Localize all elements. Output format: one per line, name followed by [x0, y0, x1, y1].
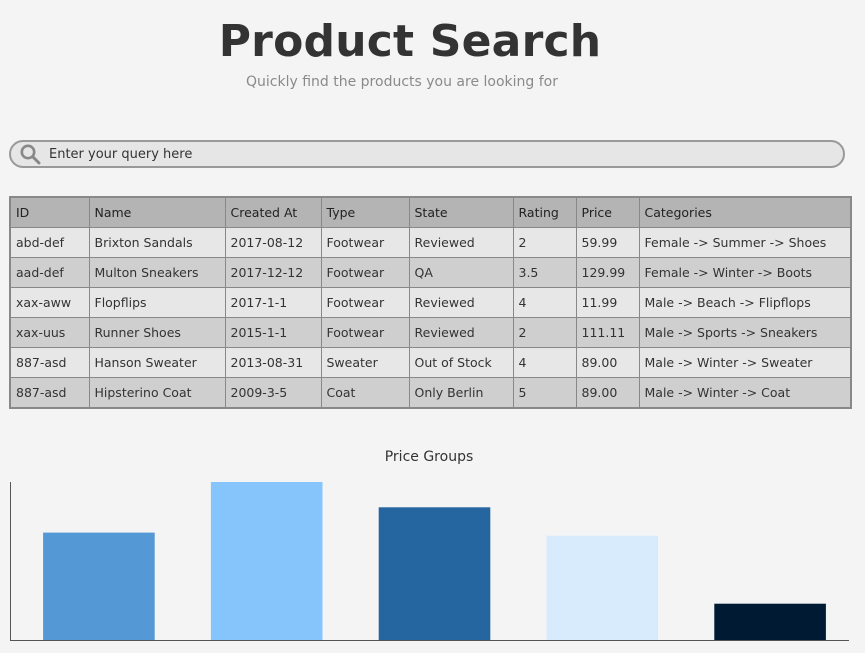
- cell-created-at: 2009-3-5: [224, 377, 322, 409]
- table-row[interactable]: 887-asd Hipsterino Coat 2009-3-5 Coat On…: [9, 377, 852, 409]
- column-header-id[interactable]: ID: [9, 196, 90, 228]
- column-header-categories[interactable]: Categories: [638, 196, 852, 228]
- cell-state: Only Berlin: [408, 377, 514, 409]
- cell-type: Coat: [320, 377, 410, 409]
- column-header-created-at[interactable]: Created At: [224, 196, 322, 228]
- cell-type: Footwear: [320, 257, 410, 288]
- cell-categories: Male -> Sports -> Sneakers: [638, 317, 852, 348]
- cell-state: Reviewed: [408, 287, 514, 318]
- chart-bar-2: [210, 482, 323, 640]
- cell-rating: 3.5: [512, 257, 577, 288]
- chart-title: Price Groups: [384, 449, 474, 465]
- cell-id: xax-uus: [9, 317, 90, 348]
- table-row[interactable]: xax-aww Flopflips 2017-1-1 Footwear Revi…: [9, 287, 852, 318]
- cell-created-at: 2017-12-12: [224, 257, 322, 288]
- cell-rating: 4: [512, 347, 577, 378]
- cell-categories: Male -> Winter -> Coat: [638, 377, 852, 409]
- column-header-name[interactable]: Name: [88, 196, 226, 228]
- cell-type: Footwear: [320, 287, 410, 318]
- table-row[interactable]: aad-def Multon Sneakers 2017-12-12 Footw…: [9, 257, 852, 288]
- page-subtitle: Quickly find the products you are lookin…: [246, 74, 558, 90]
- cell-price: 89.00: [575, 377, 640, 409]
- cell-type: Footwear: [320, 227, 410, 258]
- chart-bar-3: [378, 507, 491, 640]
- cell-name: Flopflips: [88, 287, 226, 318]
- chart-bar-1: [43, 532, 155, 640]
- cell-categories: Male -> Beach -> Flipflops: [638, 287, 852, 318]
- table-header-row: ID Name Created At Type State Rating Pri…: [9, 196, 852, 228]
- cell-state: QA: [408, 257, 514, 288]
- cell-type: Footwear: [320, 317, 410, 348]
- cell-rating: 2: [512, 317, 577, 348]
- price-groups-chart: [10, 482, 849, 641]
- column-header-rating[interactable]: Rating: [512, 196, 577, 228]
- product-search-page: Product Search Quickly find the products…: [0, 0, 865, 653]
- search-bar[interactable]: [9, 140, 845, 168]
- products-table: ID Name Created At Type State Rating Pri…: [9, 196, 852, 409]
- table-row[interactable]: xax-uus Runner Shoes 2015-1-1 Footwear R…: [9, 317, 852, 348]
- chart-bar-5: [714, 603, 826, 640]
- table-row[interactable]: 887-asd Hanson Sweater 2013-08-31 Sweate…: [9, 347, 852, 378]
- search-icon: [20, 144, 41, 165]
- cell-rating: 2: [512, 227, 577, 258]
- cell-id: 887-asd: [9, 347, 90, 378]
- cell-categories: Male -> Winter -> Sweater: [638, 347, 852, 378]
- cell-name: Hanson Sweater: [88, 347, 226, 378]
- cell-created-at: 2013-08-31: [224, 347, 322, 378]
- cell-categories: Female -> Summer -> Shoes: [638, 227, 852, 258]
- column-header-type[interactable]: Type: [320, 196, 410, 228]
- cell-rating: 5: [512, 377, 577, 409]
- cell-id: 887-asd: [9, 377, 90, 409]
- cell-created-at: 2015-1-1: [224, 317, 322, 348]
- cell-id: xax-aww: [9, 287, 90, 318]
- cell-name: Multon Sneakers: [88, 257, 226, 288]
- cell-price: 11.99: [575, 287, 640, 318]
- chart-bar-4: [546, 535, 659, 640]
- cell-state: Reviewed: [408, 317, 514, 348]
- cell-created-at: 2017-08-12: [224, 227, 322, 258]
- cell-created-at: 2017-1-1: [224, 287, 322, 318]
- cell-state: Out of Stock: [408, 347, 514, 378]
- cell-name: Runner Shoes: [88, 317, 226, 348]
- column-header-price[interactable]: Price: [575, 196, 640, 228]
- cell-name: Brixton Sandals: [88, 227, 226, 258]
- cell-id: aad-def: [9, 257, 90, 288]
- cell-price: 59.99: [575, 227, 640, 258]
- cell-price: 89.00: [575, 347, 640, 378]
- cell-name: Hipsterino Coat: [88, 377, 226, 409]
- cell-rating: 4: [512, 287, 577, 318]
- page-title: Product Search: [218, 16, 602, 67]
- cell-id: abd-def: [9, 227, 90, 258]
- cell-type: Sweater: [320, 347, 410, 378]
- cell-price: 129.99: [575, 257, 640, 288]
- cell-categories: Female -> Winter -> Boots: [638, 257, 852, 288]
- search-input[interactable]: [49, 143, 809, 165]
- cell-state: Reviewed: [408, 227, 514, 258]
- cell-price: 111.11: [575, 317, 640, 348]
- table-row[interactable]: abd-def Brixton Sandals 2017-08-12 Footw…: [9, 227, 852, 258]
- column-header-state[interactable]: State: [408, 196, 514, 228]
